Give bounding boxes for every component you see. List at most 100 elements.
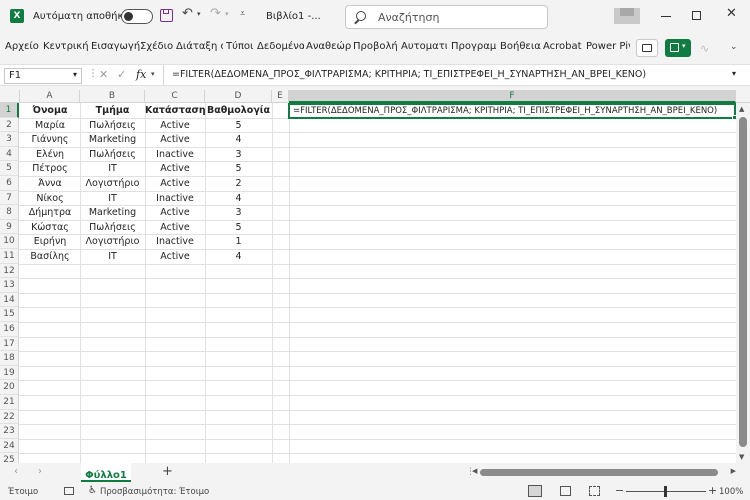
row-header[interactable]: 1 [0, 103, 19, 118]
table-cell[interactable]: Marketing [80, 134, 145, 145]
tab-file[interactable]: Αρχείο [5, 41, 39, 52]
formula-input[interactable]: =FILTER(ΔΕΔΟΜΕΝΑ_ΠΡΟΣ_ΦΙΛΤΡΑΡΙΣΜΑ; ΚΡΙΤΗ… [172, 69, 646, 80]
table-cell[interactable]: Inactive [145, 193, 205, 204]
copilot-icon[interactable]: ∿ [700, 42, 709, 55]
row-header[interactable]: 21 [0, 395, 19, 410]
scroll-sheets-left-icon[interactable]: ‹ [14, 466, 18, 477]
zoom-out-icon[interactable]: − [615, 484, 624, 497]
expand-formula-bar-icon[interactable]: ▾ [732, 69, 736, 78]
scroll-right-icon[interactable]: ▶ [731, 467, 736, 475]
table-cell[interactable]: Βασίλης [20, 251, 80, 262]
row-header[interactable]: 9 [0, 219, 19, 235]
minimize-icon[interactable] [661, 16, 671, 17]
redo-dropdown-icon[interactable]: ▾ [225, 10, 229, 18]
zoom-in-icon[interactable]: + [708, 484, 717, 497]
table-cell[interactable]: Δήμητρα [20, 207, 80, 218]
row-header[interactable]: 22 [0, 409, 19, 425]
more-options-icon[interactable]: ⋮ [88, 68, 98, 79]
spreadsheet-grid[interactable]: A B C D E F 1 2 3 4 5 6 7 8 9 10 11 12 13 14 15 16 17 18 1… [0, 90, 750, 463]
workbook-statistics-icon[interactable] [64, 487, 74, 495]
row-header[interactable]: 14 [0, 292, 19, 308]
add-sheet-icon[interactable]: + [162, 464, 173, 479]
name-box[interactable]: F1 ▾ [4, 68, 82, 84]
horizontal-scroll-thumb[interactable] [480, 469, 718, 476]
maximize-icon[interactable] [692, 11, 701, 20]
accessibility-status[interactable]: Προσβασιμότητα: Έτοιμο [100, 487, 209, 497]
table-cell[interactable]: Πωλήσεις [80, 149, 145, 160]
table-cell[interactable]: Πωλήσεις [80, 222, 145, 233]
zoom-level[interactable]: 100% [719, 487, 743, 497]
row-header[interactable]: 23 [0, 424, 19, 439]
tab-automate[interactable]: Αυτοματισ [401, 41, 447, 52]
save-icon[interactable] [160, 9, 173, 22]
row-header[interactable]: 3 [0, 132, 19, 147]
scroll-down-icon[interactable]: ▼ [739, 453, 744, 461]
tab-help[interactable]: Βοήθεια [500, 41, 541, 52]
table-cell[interactable]: 4 [205, 193, 272, 204]
undo-icon[interactable]: ↶ [182, 6, 193, 21]
table-cell[interactable]: Active [145, 163, 205, 174]
page-layout-view-icon[interactable] [560, 486, 571, 496]
row-header[interactable]: 11 [0, 249, 19, 264]
table-cell[interactable]: Κώστας [20, 222, 80, 233]
tab-acrobat[interactable]: Acrobat [543, 41, 582, 52]
tab-view[interactable]: Προβολή [353, 41, 398, 52]
scroll-up-icon[interactable]: ▲ [739, 105, 744, 113]
table-cell[interactable]: Λογιστήριο [80, 236, 145, 247]
scroll-left-icon[interactable]: ◀ [472, 467, 477, 475]
table-cell[interactable]: Active [145, 222, 205, 233]
table-cell[interactable]: Active [145, 251, 205, 262]
tab-power-pivot[interactable]: Power Pivo [586, 41, 630, 52]
table-cell[interactable]: Νίκος [20, 193, 80, 204]
row-header[interactable]: 18 [0, 351, 19, 366]
row-header[interactable]: 13 [0, 278, 19, 293]
ribbon-expand-icon[interactable]: ⌄ [730, 42, 738, 52]
tab-review[interactable]: Αναθεώρη [306, 41, 352, 52]
header-cell[interactable]: Βαθμολογία [205, 105, 272, 116]
redo-icon[interactable]: ↷ [210, 6, 221, 21]
tab-page-layout[interactable]: Διάταξη σ [176, 41, 223, 52]
search-box[interactable]: Αναζήτηση [345, 5, 548, 29]
table-cell[interactable]: Marketing [80, 207, 145, 218]
column-header-e[interactable]: E [272, 90, 289, 103]
table-cell[interactable]: 2 [205, 178, 272, 189]
tab-insert[interactable]: Εισαγωγή [91, 41, 140, 52]
row-header[interactable]: 17 [0, 336, 19, 352]
row-header[interactable]: 15 [0, 307, 19, 322]
row-header[interactable]: 19 [0, 365, 19, 381]
table-cell[interactable]: Inactive [145, 236, 205, 247]
autosave-toggle[interactable] [121, 9, 153, 24]
table-cell[interactable]: 5 [205, 120, 272, 131]
row-header[interactable]: 4 [0, 146, 19, 162]
table-cell[interactable]: Λογιστήριο [80, 178, 145, 189]
file-name[interactable]: Βιβλίο1 -... [266, 11, 321, 22]
scroll-sheets-right-icon[interactable]: › [38, 466, 42, 477]
row-header[interactable]: 20 [0, 380, 19, 395]
comments-button[interactable] [636, 39, 658, 57]
table-cell[interactable]: 3 [205, 207, 272, 218]
close-icon[interactable]: ✕ [726, 6, 737, 21]
row-header[interactable]: 10 [0, 234, 19, 249]
table-cell[interactable]: 4 [205, 251, 272, 262]
tab-draw[interactable]: Σχέδιο [140, 41, 173, 52]
table-cell[interactable]: 3 [205, 149, 272, 160]
table-cell[interactable]: Active [145, 120, 205, 131]
avatar[interactable] [614, 8, 640, 24]
page-break-view-icon[interactable] [589, 486, 600, 496]
row-header[interactable]: 8 [0, 205, 19, 220]
table-cell[interactable]: Active [145, 178, 205, 189]
vertical-scrollbar[interactable]: ▲ ▼ [736, 103, 750, 463]
select-all-corner[interactable] [0, 90, 20, 103]
row-header[interactable]: 7 [0, 190, 19, 206]
table-cell[interactable]: Γιάννης [20, 134, 80, 145]
horizontal-scrollbar[interactable]: ◀ ▶ [472, 467, 736, 478]
insert-function-icon[interactable]: fx [136, 68, 146, 81]
column-header-b[interactable]: B [80, 90, 145, 103]
table-cell[interactable]: Ειρήνη [20, 236, 80, 247]
table-cell[interactable]: Πέτρος [20, 163, 80, 174]
cancel-icon[interactable]: ✕ [99, 68, 108, 81]
table-cell[interactable]: 5 [205, 163, 272, 174]
column-header-a[interactable]: A [20, 90, 80, 103]
table-cell[interactable]: IT [80, 251, 145, 262]
row-header[interactable]: 2 [0, 117, 19, 133]
